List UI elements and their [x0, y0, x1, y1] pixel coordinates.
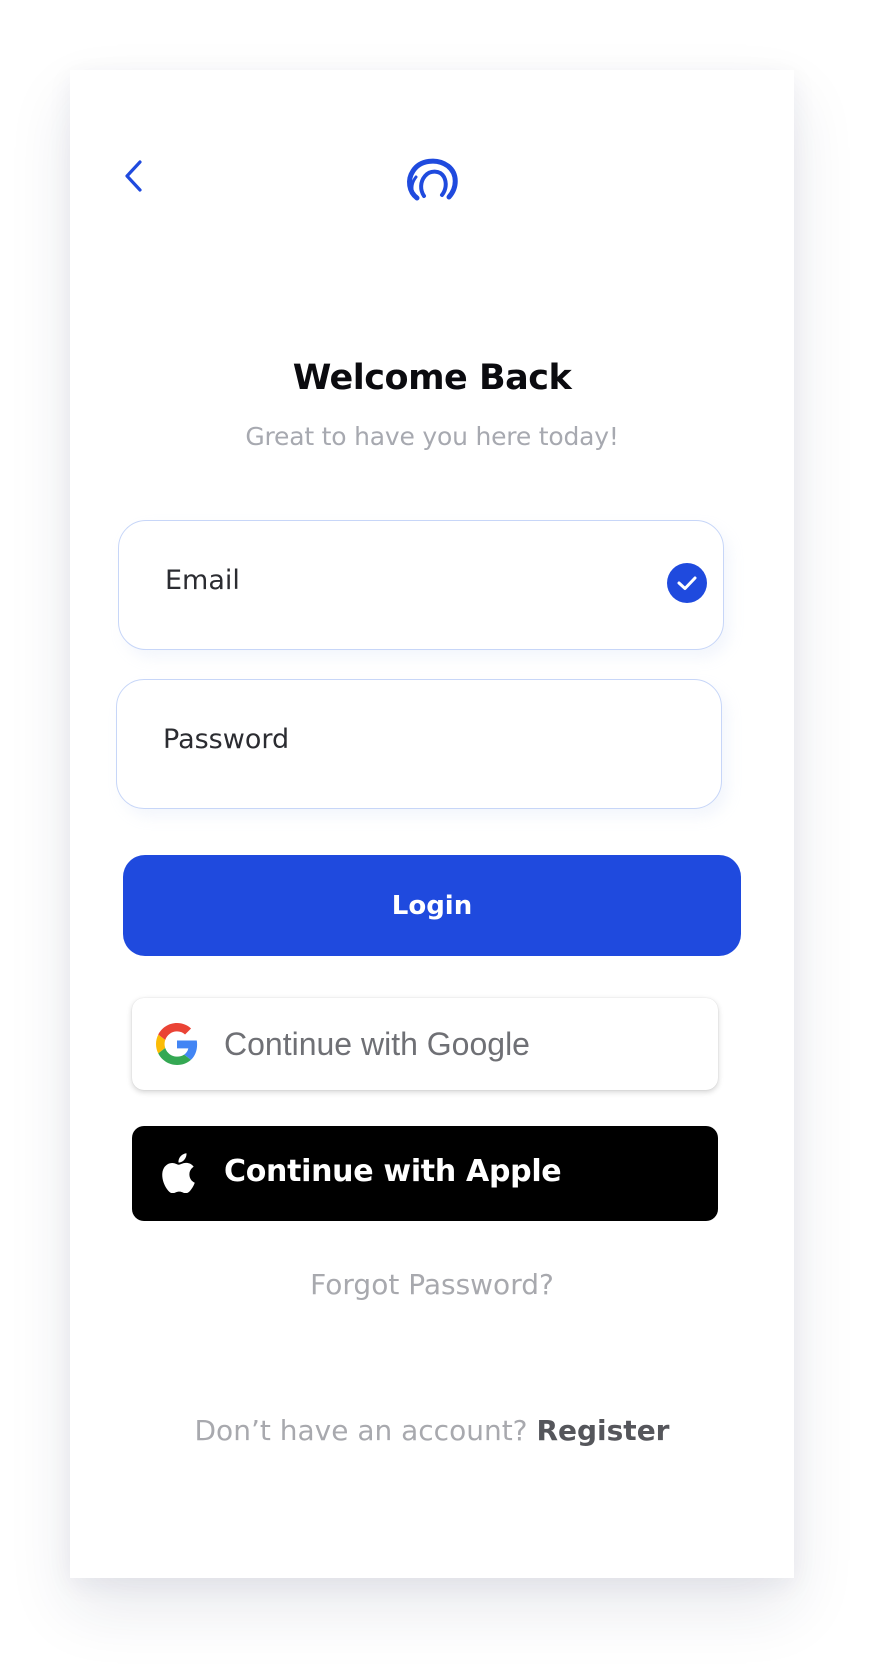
- check-circle-icon: [667, 563, 707, 603]
- login-button[interactable]: Login: [123, 855, 741, 956]
- register-link[interactable]: Register: [536, 1414, 669, 1447]
- chevron-left-icon: [125, 160, 142, 192]
- continue-with-google-button[interactable]: Continue with Google: [132, 998, 718, 1090]
- page-subtitle: Great to have you here today!: [245, 422, 619, 451]
- apple-button-label: Continue with Apple: [224, 1154, 562, 1189]
- brand-logo-icon: [407, 158, 458, 201]
- back-button[interactable]: [114, 156, 154, 196]
- email-field[interactable]: Email: [118, 520, 724, 650]
- email-label: Email: [165, 565, 240, 596]
- page-title: Welcome Back: [292, 358, 572, 398]
- register-prompt: Don’t have an account? Register: [70, 1414, 794, 1447]
- forgot-password-link[interactable]: Forgot Password?: [70, 1268, 794, 1301]
- google-button-label: Continue with Google: [224, 1026, 530, 1062]
- login-button-label: Login: [391, 890, 473, 921]
- password-field[interactable]: Password: [116, 679, 722, 809]
- continue-with-apple-button[interactable]: Continue with Apple: [132, 1126, 718, 1221]
- login-card: Welcome Back Great to have you here toda…: [70, 70, 794, 1578]
- no-account-text: Don’t have an account?: [194, 1414, 528, 1447]
- password-label: Password: [163, 724, 290, 755]
- apple-logo-icon: [162, 1153, 195, 1193]
- google-g-icon: [156, 1023, 198, 1065]
